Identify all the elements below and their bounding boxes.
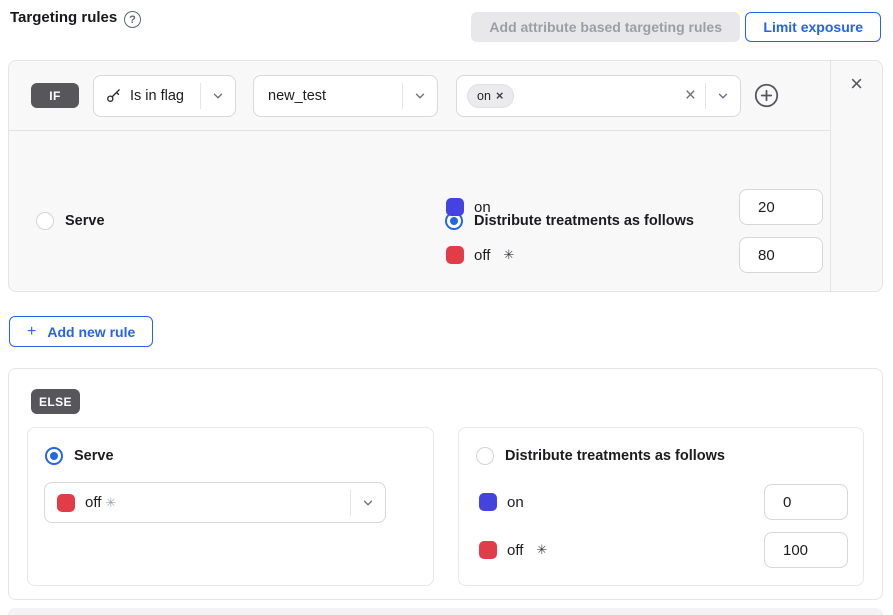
- treatment-values-multiselect[interactable]: on × ×: [456, 75, 741, 117]
- else-serve-label: Serve: [74, 448, 114, 464]
- treatment-name: on: [474, 199, 491, 216]
- treatment-color-swatch: [446, 246, 464, 264]
- else-serve-option: Serve: [45, 447, 114, 465]
- rule-card-side: ×: [830, 61, 882, 291]
- matcher-select[interactable]: Is in flag: [93, 75, 236, 117]
- targeting-rules-panel: Targeting rules ? Add attribute based ta…: [0, 0, 893, 615]
- flag-select[interactable]: new_test: [253, 75, 438, 117]
- limit-exposure-button[interactable]: Limit exposure: [745, 12, 881, 42]
- key-icon: [105, 87, 122, 104]
- treatment-row: off ✳: [446, 237, 823, 273]
- else-serve-treatment-select[interactable]: off ✳: [44, 482, 386, 523]
- rule-card: IF Is in flag new_test: [8, 60, 883, 292]
- treatment-color-swatch: [57, 494, 75, 512]
- add-attribute-rules-button[interactable]: Add attribute based targeting rules: [471, 12, 740, 42]
- if-badge: IF: [31, 83, 79, 108]
- treatment-name: off: [474, 247, 490, 264]
- chevron-down-icon: [403, 89, 437, 103]
- serve-option: Serve: [36, 212, 105, 230]
- default-treatment-marker: ✳: [503, 247, 514, 263]
- treatment-color-swatch: [479, 493, 497, 511]
- plus-icon: +: [27, 324, 36, 340]
- condition-row: IF Is in flag new_test: [9, 61, 830, 131]
- clear-values-icon[interactable]: ×: [685, 86, 696, 105]
- treatment-name: on: [507, 494, 524, 511]
- flag-select-value: new_test: [268, 88, 326, 104]
- chip-remove-icon[interactable]: ×: [496, 89, 504, 102]
- treatment-color-swatch: [446, 198, 464, 216]
- treatment-row: on: [479, 484, 848, 520]
- percent-input[interactable]: [764, 484, 848, 520]
- default-treatment-marker: ✳: [536, 542, 547, 558]
- chevron-down-icon: [706, 89, 740, 103]
- percent-input[interactable]: [764, 532, 848, 568]
- page-title: Targeting rules: [10, 9, 117, 26]
- serve-label: Serve: [65, 213, 105, 229]
- add-new-rule-label: Add new rule: [47, 324, 135, 340]
- next-section-edge: [8, 608, 883, 615]
- else-distribute-option: Distribute treatments as follows: [476, 447, 725, 465]
- else-distribute-label: Distribute treatments as follows: [505, 448, 725, 464]
- default-treatment-marker: ✳: [105, 495, 116, 511]
- add-condition-button[interactable]: [754, 83, 779, 108]
- treatment-name: off: [85, 494, 101, 511]
- serve-radio[interactable]: [36, 212, 54, 230]
- treatment-row: on: [446, 189, 823, 225]
- else-distribute-card: Distribute treatments as follows on off …: [458, 427, 864, 586]
- treatment-name: off: [507, 542, 523, 559]
- help-icon[interactable]: ?: [124, 11, 141, 28]
- matcher-label: Is in flag: [130, 88, 184, 104]
- treatment-rows: on off ✳: [446, 189, 823, 273]
- else-serve-radio[interactable]: [45, 447, 63, 465]
- else-treatment-rows: on off ✳: [479, 484, 848, 568]
- remove-rule-icon[interactable]: ×: [850, 73, 863, 95]
- else-serve-card: Serve off ✳: [27, 427, 434, 586]
- add-new-rule-button[interactable]: + Add new rule: [9, 316, 153, 347]
- percent-input[interactable]: [739, 189, 823, 225]
- percent-input[interactable]: [739, 237, 823, 273]
- chevron-down-icon: [201, 89, 235, 103]
- chevron-down-icon: [351, 496, 385, 510]
- else-badge: ELSE: [31, 389, 80, 414]
- else-card: ELSE Serve off ✳ Distribute trea: [8, 368, 883, 600]
- value-chip-label: on: [477, 89, 491, 103]
- value-chip[interactable]: on ×: [467, 84, 514, 108]
- else-distribute-radio[interactable]: [476, 447, 494, 465]
- treatment-color-swatch: [479, 541, 497, 559]
- treatment-row: off ✳: [479, 532, 848, 568]
